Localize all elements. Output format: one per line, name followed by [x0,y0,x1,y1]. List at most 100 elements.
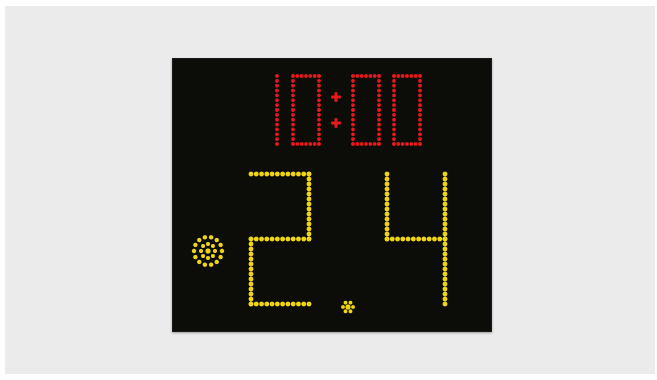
shot-digit-led [442,216,448,222]
clock-digit-led [351,83,355,88]
shot-digit-led [442,261,448,267]
shot-digit-led [306,171,312,177]
shot-digit-led [400,236,406,242]
shot-digit-led [384,236,390,242]
clock-digit-led [392,83,396,88]
shot-digit-led [306,181,312,187]
shot-digit-led [416,236,422,242]
clock-digit-led [377,142,381,146]
clock-digit-led [418,108,422,112]
shot-digit-led [259,171,264,177]
clock-digit-led [275,88,279,93]
shot-digit-led [410,236,416,242]
clock-digit-led [355,74,360,78]
shot-digit-led [296,171,301,177]
shot-digit-led [442,266,448,272]
clock-digit-led [400,142,405,146]
clock-digit-led [377,137,381,141]
shot-digit-led [306,221,312,227]
indicator-led [193,254,198,260]
decimal-point-led [343,309,348,314]
clock-digit-led [359,142,364,146]
clock-digit-led [392,98,396,103]
shot-digit-led [264,301,270,307]
shot-digit [248,171,312,307]
clock-digit-led [291,108,295,112]
clock-digit-led [392,122,396,127]
clock-colon-led [334,92,338,96]
shot-digit-led [442,221,448,227]
clock-digit-led [377,127,381,132]
clock-digit-led [275,132,279,137]
shot-digit-led [442,276,448,282]
shot-digit-led [384,221,390,227]
shot-digit-led [248,271,254,277]
clock-digit-led [317,137,321,141]
clock-digit-led [364,74,368,78]
clock-digit-led [275,98,279,103]
clock-digit-led [295,142,300,146]
shot-digit-led [442,236,448,242]
clock-colon-led [333,94,339,100]
clock-colon [331,92,341,128]
shot-digit-led [259,301,264,307]
clock-digit-led [317,88,321,93]
shot-digit-led [442,226,448,232]
clock-digit-led [351,132,355,137]
clock-digit-led [351,142,355,146]
shot-digit-led [306,236,312,242]
shot-digit-led [389,236,395,242]
clock-digit-led [291,132,295,137]
shot-digit-led [301,236,307,242]
clock-digit-led [392,79,396,83]
shot-digit-led [280,301,286,307]
shot-digit-led [264,236,270,242]
clock-digit-led [312,74,317,78]
shot-digit-led [285,171,291,177]
clock-digit-led [275,142,279,146]
indicator-led [201,244,206,249]
shot-digit-led [442,196,448,202]
shot-digit-led [432,236,437,242]
clock-digit-led [304,74,308,78]
shot-digit-led [384,216,390,222]
shot-digit-led [384,186,390,192]
shot-digit-led [442,206,448,212]
clock-digit-led [317,132,321,137]
clock-digit-led [409,142,414,146]
clock-digit-led [275,74,279,78]
clock-digit-led [418,83,422,88]
shot-digit-led [280,171,286,177]
clock-digit-led [405,74,409,78]
clock-digit-led [377,113,381,117]
shot-digit-led [248,286,254,292]
decimal-point-led [351,305,355,309]
shot-digit-led [248,171,254,177]
indicator-led [201,253,206,258]
shot-digit-led [248,266,254,272]
clock-digit-led [317,83,321,88]
shot-digit-led [306,206,312,212]
shot-digit-led [426,236,432,242]
clock-digit-led [291,98,295,103]
clock-digit-led [351,103,355,107]
clock-digit [392,74,422,146]
clock-digit-led [372,142,377,146]
clock-digit-led [368,142,373,146]
indicator-led [214,259,219,265]
clock-digit-led [317,103,321,107]
clock-digit-led [392,137,396,141]
shot-digit-led [306,231,312,237]
shot-digit-led [274,301,280,307]
shot-digit-led [306,196,312,202]
shot-digit-led [248,251,254,257]
clock-digit-led [351,108,355,112]
clock-digit-led [351,74,355,78]
shot-digit-led [290,236,296,242]
shot-digit-led [384,171,390,177]
clock-digit-led [392,88,396,93]
clock-digit-led [418,74,422,78]
clock-digit-led [377,98,381,103]
clock-digit-led [418,113,422,117]
clock-colon-led [334,124,338,128]
